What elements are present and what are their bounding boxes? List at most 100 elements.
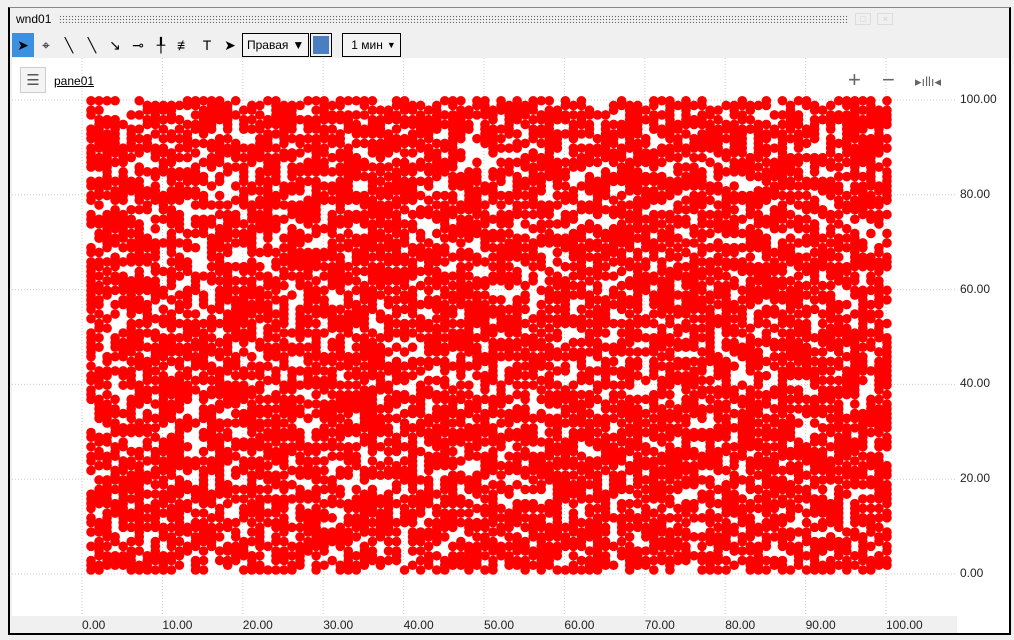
data-point bbox=[399, 228, 410, 239]
data-point bbox=[271, 143, 281, 153]
data-point bbox=[126, 366, 136, 376]
timeframe-select[interactable]: 1 мин ▼ bbox=[342, 33, 401, 57]
data-point bbox=[367, 536, 378, 547]
data-point bbox=[343, 546, 354, 556]
data-point bbox=[616, 95, 627, 106]
data-point bbox=[287, 423, 297, 433]
data-point bbox=[182, 366, 193, 376]
data-point bbox=[423, 475, 434, 485]
data-point bbox=[464, 508, 474, 518]
data-point bbox=[560, 361, 571, 371]
data-point bbox=[560, 181, 571, 191]
data-point bbox=[287, 290, 297, 300]
title-bar[interactable]: wnd01 □ × bbox=[10, 8, 1009, 30]
delete-drawings-tool[interactable]: ➤ bbox=[219, 33, 241, 57]
data-point bbox=[568, 508, 579, 518]
data-point bbox=[616, 290, 627, 300]
data-point bbox=[94, 280, 104, 291]
data-point bbox=[512, 171, 522, 182]
data-point bbox=[520, 119, 530, 130]
data-point bbox=[721, 465, 731, 476]
data-point bbox=[190, 148, 201, 158]
data-point bbox=[86, 555, 96, 566]
data-point bbox=[431, 489, 442, 499]
data-point bbox=[737, 304, 748, 315]
data-point bbox=[528, 380, 538, 390]
scatter-plot[interactable] bbox=[12, 58, 957, 616]
data-point bbox=[214, 503, 225, 514]
data-point bbox=[247, 257, 257, 267]
data-point bbox=[287, 479, 297, 490]
data-point bbox=[214, 171, 225, 182]
close-icon[interactable]: × bbox=[877, 13, 894, 25]
data-point bbox=[415, 313, 426, 324]
data-point bbox=[729, 323, 739, 334]
data-point bbox=[456, 351, 466, 362]
data-point bbox=[737, 110, 748, 120]
data-point bbox=[319, 95, 329, 106]
ray-tool[interactable]: ↘ bbox=[104, 33, 126, 57]
drag-grip[interactable] bbox=[59, 15, 850, 23]
fibonacci-tool[interactable]: ≢ bbox=[173, 33, 195, 57]
data-point bbox=[729, 470, 739, 481]
data-point bbox=[142, 200, 153, 210]
data-point bbox=[592, 223, 603, 234]
data-point bbox=[616, 418, 627, 428]
data-point bbox=[431, 503, 442, 514]
data-point bbox=[102, 380, 112, 390]
data-point bbox=[407, 219, 418, 229]
data-point bbox=[721, 413, 731, 424]
crosshair-tool[interactable]: ⌖ bbox=[35, 33, 57, 57]
data-point bbox=[158, 143, 169, 153]
timeframe-value: 1 мин bbox=[351, 38, 383, 52]
data-point bbox=[448, 190, 458, 201]
data-point bbox=[600, 536, 611, 547]
pointer-tool[interactable]: ➤ bbox=[12, 33, 34, 57]
data-point bbox=[271, 413, 281, 424]
data-point bbox=[383, 380, 394, 390]
data-point bbox=[552, 105, 563, 116]
data-point bbox=[456, 494, 466, 504]
data-point bbox=[488, 555, 498, 566]
segment-tool[interactable]: ╲ bbox=[81, 33, 103, 57]
horizontal-line-tool[interactable]: ⊸ bbox=[127, 33, 149, 57]
data-point bbox=[343, 527, 354, 537]
chart-pane[interactable]: ☰ pane01 + − ▸ıllı◂ bbox=[12, 58, 957, 616]
data-point bbox=[166, 228, 177, 239]
data-point bbox=[592, 427, 603, 438]
data-point bbox=[311, 318, 321, 329]
data-point bbox=[536, 408, 547, 419]
data-point bbox=[319, 190, 329, 201]
data-point bbox=[351, 276, 362, 286]
data-point bbox=[327, 555, 338, 566]
data-point bbox=[729, 385, 739, 395]
data-point bbox=[544, 370, 555, 381]
data-point bbox=[230, 209, 241, 220]
data-point bbox=[399, 157, 410, 168]
vertical-line-tool[interactable]: ╀ bbox=[150, 33, 172, 57]
data-point bbox=[721, 186, 731, 196]
data-point bbox=[158, 285, 169, 296]
data-point bbox=[681, 318, 691, 329]
maximize-icon[interactable]: □ bbox=[855, 13, 872, 25]
data-point bbox=[544, 95, 555, 106]
data-point bbox=[616, 470, 627, 481]
data-point bbox=[721, 565, 731, 575]
data-point bbox=[182, 441, 193, 452]
data-point bbox=[681, 517, 691, 528]
side-select-value: Правая bbox=[247, 38, 289, 52]
data-point bbox=[415, 280, 426, 291]
color-picker[interactable] bbox=[310, 33, 333, 57]
text-tool[interactable]: T bbox=[196, 33, 218, 57]
data-point bbox=[568, 470, 579, 481]
data-point bbox=[214, 532, 225, 542]
data-point bbox=[86, 242, 96, 253]
line-tool[interactable]: ╲ bbox=[58, 33, 80, 57]
data-point bbox=[134, 95, 145, 106]
data-point bbox=[673, 233, 683, 243]
data-point bbox=[439, 242, 450, 253]
side-select[interactable]: Правая ▼ bbox=[242, 33, 310, 57]
data-point bbox=[512, 266, 522, 277]
data-point bbox=[102, 389, 112, 400]
data-point bbox=[665, 347, 675, 357]
